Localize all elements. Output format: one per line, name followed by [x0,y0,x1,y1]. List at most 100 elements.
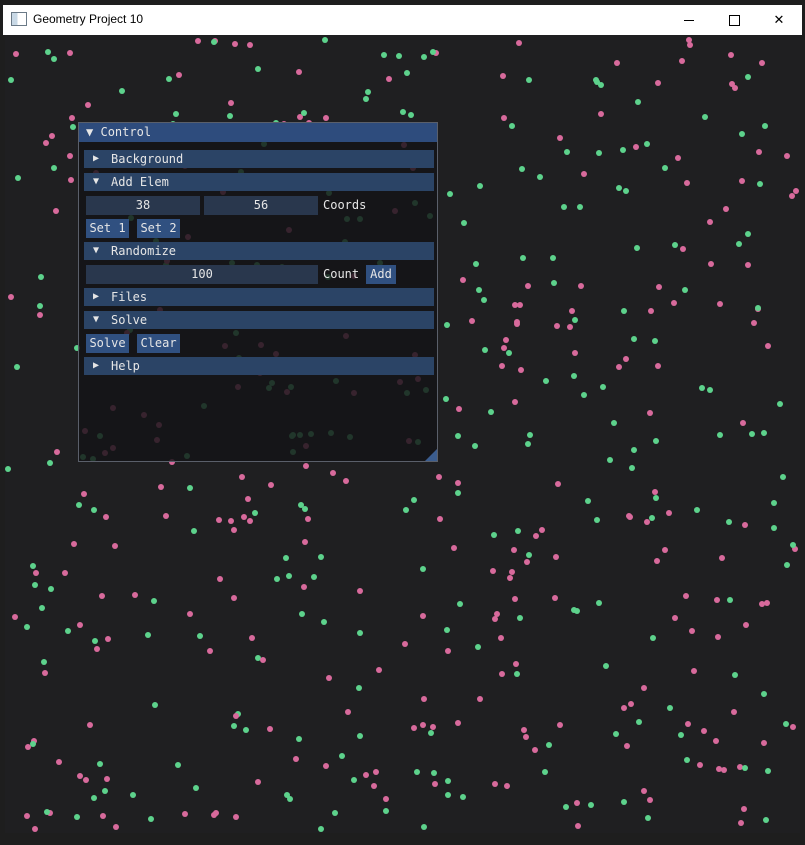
point [207,648,213,654]
point [697,762,703,768]
point [51,56,57,62]
point [39,605,45,611]
point [41,659,47,665]
point [460,277,466,283]
point [524,559,530,565]
section-background[interactable]: ▶ Background [84,150,434,168]
point [603,663,609,669]
point [507,575,513,581]
point [623,356,629,362]
section-files[interactable]: ▶ Files [84,288,434,306]
coord-y-input[interactable]: 56 [204,196,318,215]
point [684,757,690,763]
point [322,37,328,43]
point [504,783,510,789]
point [512,399,518,405]
control-panel[interactable]: ▼ Control ▶ Background ▼ Add Elem 38 56 … [78,122,438,462]
point [561,204,567,210]
point [564,149,570,155]
point [652,338,658,344]
point [148,816,154,822]
point [430,49,436,55]
point [683,593,689,599]
point [357,630,363,636]
close-button[interactable]: ✕ [756,5,802,35]
point [321,619,327,625]
point [499,671,505,677]
point [645,815,651,821]
point [455,490,461,496]
point [511,547,517,553]
point [539,527,545,533]
solve-button[interactable]: Solve [86,334,129,353]
point [62,570,68,576]
point [620,147,626,153]
point [594,79,600,85]
point [739,178,745,184]
resize-grip[interactable] [425,449,437,461]
clear-button[interactable]: Clear [137,334,180,353]
point [69,115,75,121]
point [371,783,377,789]
point [151,598,157,604]
point [197,633,203,639]
point [24,813,30,819]
point [761,430,767,436]
point [672,615,678,621]
point [373,769,379,775]
point [771,500,777,506]
point [708,261,714,267]
point [383,796,389,802]
add-button[interactable]: Add [366,265,396,284]
coord-x-input[interactable]: 38 [86,196,200,215]
point [512,302,518,308]
point [488,409,494,415]
point [741,806,747,812]
section-help[interactable]: ▶ Help [84,357,434,375]
point [647,410,653,416]
point [629,465,635,471]
point [68,177,74,183]
point [790,542,796,548]
point [211,39,217,45]
app-icon [11,12,27,26]
point [99,593,105,599]
point [503,337,509,343]
point [520,255,526,261]
point [761,691,767,697]
set1-button[interactable]: Set 1 [86,219,129,238]
point [515,528,521,534]
point [671,300,677,306]
point [726,519,732,525]
count-input[interactable]: 100 [86,265,318,284]
title-bar[interactable]: Geometry Project 10 ✕ [3,5,802,35]
minimize-button[interactable] [666,5,712,35]
point [283,555,289,561]
set2-button[interactable]: Set 2 [137,219,180,238]
section-randomize[interactable]: ▼ Randomize [84,242,434,260]
point [569,308,575,314]
point [757,181,763,187]
point [83,777,89,783]
point [574,800,580,806]
point [624,743,630,749]
point [611,420,617,426]
window-bottom-edge [0,833,805,845]
point [512,596,518,602]
point [654,558,660,564]
point [759,60,765,66]
point [790,724,796,730]
point [557,722,563,728]
point [455,433,461,439]
point [784,153,790,159]
point [332,810,338,816]
point [432,781,438,787]
point [546,742,552,748]
point [653,438,659,444]
section-solve[interactable]: ▼ Solve [84,311,434,329]
panel-title-bar[interactable]: ▼ Control [79,123,437,142]
point [717,301,723,307]
section-add-elem[interactable]: ▼ Add Elem [84,173,434,191]
point [765,343,771,349]
maximize-button[interactable] [711,5,757,35]
